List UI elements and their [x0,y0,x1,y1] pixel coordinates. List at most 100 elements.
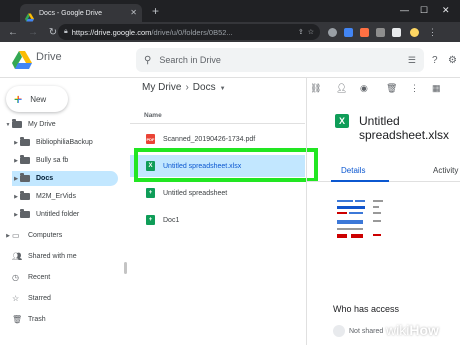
caret-right-icon[interactable]: ▶ [4,233,12,239]
sidebar-item-trash[interactable]: 🗑︎ Trash [4,312,122,327]
file-row[interactable]: PDF Scanned_20190426-1734.pdf [130,128,305,150]
tab-close-icon[interactable]: ✕ [130,9,137,17]
profile-avatar[interactable] [410,28,419,37]
name-column-header[interactable]: Name [144,112,162,119]
breadcrumb-docs[interactable]: Docs [193,82,216,93]
sidebar-item-computers[interactable]: ▶ ▭ Computers [4,228,122,243]
breadcrumb-my-drive[interactable]: My Drive [142,82,181,93]
file-list-pane: My Drive › Docs ▼ Name PDF Scanned_20190426-… [130,78,305,345]
sidebar-item-label: Starred [28,295,51,302]
caret-right-icon[interactable]: ▶ [12,194,20,200]
bookmark-star-icon[interactable]: ☆ [308,28,314,36]
details-title: Untitled spreadsheet.xlsx [359,114,450,142]
browser-tab-strip: Docs - Google Drive ✕ + — ☐ ✕ [0,0,460,22]
folder-icon [20,136,30,147]
excel-icon: X [335,114,349,128]
search-input[interactable]: Search in Drive [159,55,400,65]
close-window-button[interactable]: ✕ [442,6,450,15]
selection-highlight-box [134,148,318,182]
file-name: Scanned_20190426-1734.pdf [163,135,256,143]
sidebar-folder-bully-sa-fb[interactable]: ▶ Bully sa fb [12,153,118,168]
url-text[interactable]: https://drive.google.com/drive/u/0/folde… [72,28,294,37]
sidebar-item-shared-with-me[interactable]: 👥︎ Shared with me [4,249,122,264]
new-button[interactable]: + New [6,86,68,112]
folder-label: Untitled folder [36,211,80,218]
folder-label: M2M_ErVids [36,193,76,200]
sheets-icon: + [146,188,155,198]
drive-header: Drive ⚲ Search in Drive ☰ ? ⚙ [0,42,460,78]
minimize-button[interactable]: — [400,6,409,15]
help-icon[interactable]: ? [432,55,438,66]
sidebar-folder-untitled-folder[interactable]: ▶ Untitled folder [12,207,118,222]
divider [130,123,305,124]
browser-toolbar: ← → ↻ 🔒︎ https://drive.google.com/drive/… [0,22,460,42]
extension-icon[interactable] [360,28,369,37]
shared-icon: 👥︎ [12,251,23,261]
sidebar-item-label: Recent [28,274,51,281]
settings-gear-icon[interactable]: ⚙ [448,55,457,66]
my-drive-icon [12,118,22,129]
details-tabs: Details Activity [307,160,460,182]
new-tab-button[interactable]: + [152,4,159,18]
lock-icon: 🔒︎ [64,28,68,35]
lock-icon [333,325,345,337]
drive-logo-icon[interactable] [12,51,32,69]
forward-icon[interactable]: → [26,27,40,38]
file-name: Untitled spreadsheet [163,189,228,197]
wikihow-watermark: wikiHow [386,322,439,338]
search-options-icon[interactable]: ☰ [408,55,416,66]
chevron-right-icon: › [185,82,189,93]
caret-right-icon[interactable]: ▶ [12,140,20,146]
folder-label: BibliophiliaBackup [36,139,93,146]
who-has-access-heading: Who has access [333,304,400,314]
sidebar-item-recent[interactable]: ◷ Recent [4,270,122,285]
menu-icon[interactable]: ⋮ [428,28,437,37]
sidebar-item-label: Trash [28,316,46,323]
maximize-button[interactable]: ☐ [420,6,428,15]
file-row[interactable]: + Doc1 [130,209,305,231]
extension-icon[interactable] [376,28,385,37]
tab-activity[interactable]: Activity [433,166,458,175]
extension-icon[interactable] [344,28,353,37]
folder-label: Bully sa fb [36,157,69,164]
folder-label: Docs [36,175,54,182]
sidebar-folder-bibliophiliabackup[interactable]: ▶ BibliophiliaBackup [12,135,118,150]
file-row[interactable]: + Untitled spreadsheet [130,182,305,204]
clock-icon: ◷ [12,272,19,282]
pdf-icon: PDF [146,134,155,144]
sidebar: + New ▼ My Drive ▶ BibliophiliaBackup ▶ Bul… [0,78,128,345]
caret-down-icon[interactable]: ▼ [4,122,12,128]
sidebar-item-starred[interactable]: ☆ Starred [4,291,122,306]
extension-icon[interactable] [392,28,401,37]
scrollbar[interactable] [124,262,127,274]
share-icon[interactable]: ⇪ [298,28,304,36]
sidebar-folder-m2m-ervids[interactable]: ▶ M2M_ErVids [12,189,118,204]
sidebar-folder-docs[interactable]: ▶ Docs [12,171,118,186]
folder-icon [20,172,30,183]
folder-icon [20,154,30,165]
caret-right-icon[interactable]: ▶ [12,212,20,218]
browser-tab-title: Docs - Google Drive [39,9,103,17]
access-status: Not shared [349,328,384,335]
caret-right-icon[interactable]: ▶ [12,176,20,182]
breadcrumb: My Drive › Docs ▼ [142,82,226,93]
search-icon[interactable]: ⚲ [144,55,151,66]
sidebar-item-label: Computers [28,232,63,239]
sheets-icon: + [146,215,155,225]
back-icon[interactable]: ← [6,27,20,38]
file-thumbnail[interactable] [337,198,385,246]
address-bar[interactable]: 🔒︎ https://drive.google.com/drive/u/0/fo… [58,24,320,40]
caret-right-icon[interactable]: ▶ [12,158,20,164]
sidebar-item-label: Shared with me [28,253,77,260]
caret-down-icon[interactable]: ▼ [220,86,226,92]
browser-tab[interactable]: Docs - Google Drive ✕ [20,4,142,22]
computer-icon: ▭ [12,230,20,240]
sidebar-item-my-drive[interactable]: ▼ My Drive [4,117,122,132]
search-bar[interactable]: ⚲ Search in Drive ☰ [136,48,424,72]
drive-logo-text[interactable]: Drive [36,51,62,63]
folder-icon [20,190,30,201]
star-icon: ☆ [12,293,20,303]
extension-icon[interactable] [328,28,337,37]
active-tab-indicator [331,180,389,182]
tab-details[interactable]: Details [341,166,365,175]
